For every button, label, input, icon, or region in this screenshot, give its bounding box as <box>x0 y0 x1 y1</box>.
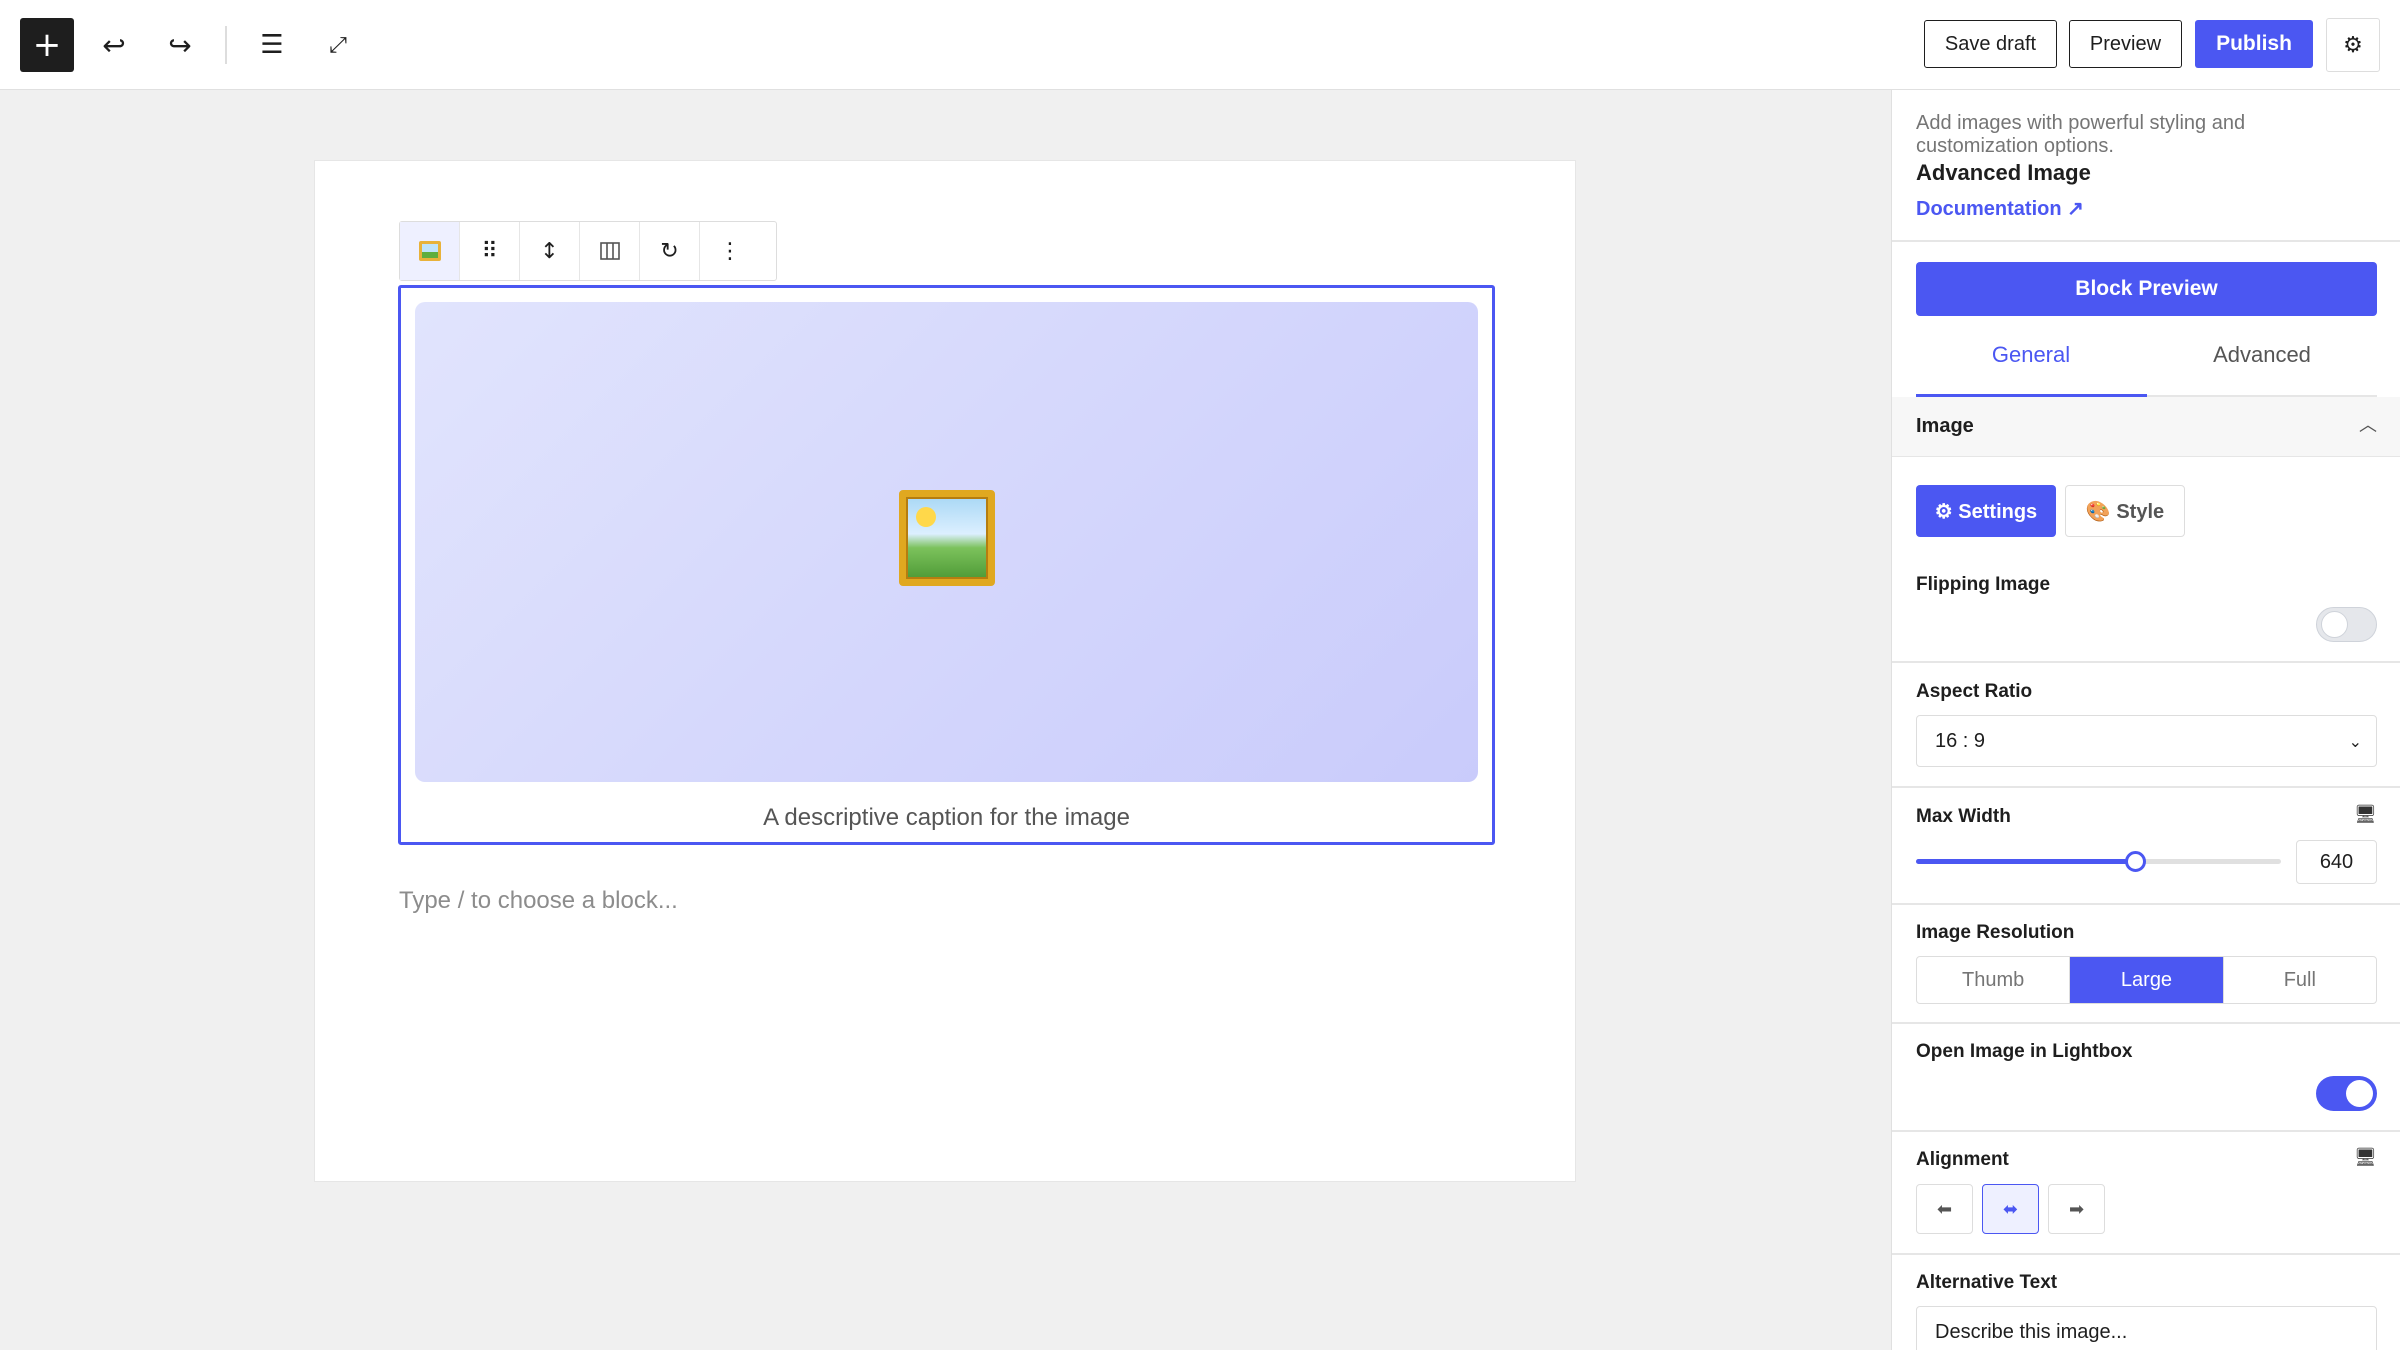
max-width-slider[interactable] <box>1916 851 2281 872</box>
editor-top-toolbar: + ↩ ↪ ☰ ⤢ Save draft Preview Publish ⚙ <box>0 0 2400 90</box>
image-resolution-label: Image Resolution <box>1916 922 2075 943</box>
panel-title: Image <box>1916 415 1974 437</box>
save-draft-button[interactable]: Save draft <box>1924 20 2057 68</box>
alt-text-value: Describe this image... <box>1935 1321 2128 1343</box>
resolution-full-button[interactable]: Full <box>2224 957 2376 1003</box>
toggle-knob <box>2321 611 2348 638</box>
image-placeholder[interactable] <box>415 302 1478 782</box>
publish-button[interactable]: Publish <box>2195 20 2313 68</box>
monitor-icon[interactable]: 🖥 <box>2354 1147 2377 1168</box>
chevron-down-icon: ⌄ <box>2348 732 2362 751</box>
documentation-link[interactable]: Documentation ↗ <box>1916 196 2084 221</box>
align-left-button[interactable]: ⬅ <box>1916 1184 1973 1234</box>
toolbar-divider <box>225 26 227 64</box>
divider <box>1892 1022 2400 1024</box>
style-tab-button[interactable]: 🎨 Style <box>2065 485 2185 537</box>
gear-icon[interactable]: ⚙ <box>2326 18 2380 72</box>
chevron-up-icon[interactable]: ︿ <box>2359 411 2377 437</box>
max-width-input[interactable]: 640 <box>2296 840 2377 884</box>
image-caption[interactable]: A descriptive caption for the image <box>401 804 1492 832</box>
drag-handle-icon[interactable]: ⠿ <box>460 222 520 280</box>
resolution-large-button[interactable]: Large <box>2070 957 2224 1003</box>
aspect-ratio-label: Aspect Ratio <box>1916 681 2033 702</box>
list-view-icon[interactable]: ☰ <box>250 18 294 72</box>
slider-thumb[interactable] <box>2125 851 2146 872</box>
divider <box>1892 786 2400 788</box>
lightbox-label: Open Image in Lightbox <box>1916 1041 2133 1062</box>
divider <box>1892 903 2400 905</box>
divider <box>1892 661 2400 663</box>
tab-general[interactable]: General <box>1916 342 2146 368</box>
divider <box>1892 240 2400 242</box>
more-options-icon[interactable]: ⋮ <box>700 222 760 280</box>
flipping-image-label: Flipping Image <box>1916 574 2051 595</box>
settings-tab-button[interactable]: ⚙ Settings <box>1916 485 2056 537</box>
lightbox-toggle[interactable] <box>2316 1076 2377 1111</box>
undo-icon[interactable]: ↩ <box>92 18 136 72</box>
image-block-icon[interactable] <box>400 222 460 280</box>
max-width-label: Max Width <box>1916 806 2011 827</box>
rotate-icon[interactable]: ↻ <box>640 222 700 280</box>
settings-sidebar: Add images with powerful styling and cus… <box>1891 90 2400 1350</box>
block-toolbar: ⠿ ↕ ↻ ⋮ <box>399 221 777 281</box>
block-preview-button[interactable]: Block Preview <box>1916 262 2377 316</box>
move-up-down-icon[interactable]: ↕ <box>520 222 580 280</box>
tab-advanced[interactable]: Advanced <box>2147 342 2377 368</box>
divider <box>1892 1130 2400 1132</box>
slider-fill <box>1916 859 2135 864</box>
align-right-button[interactable]: ➡ <box>2048 1184 2105 1234</box>
image-panel-header[interactable]: Image ︿ <box>1892 397 2400 457</box>
alt-text-label: Alternative Text <box>1916 1272 2058 1293</box>
expand-icon[interactable]: ⤢ <box>316 18 360 72</box>
sun-icon <box>916 507 936 527</box>
editor-page: ⠿ ↕ ↻ ⋮ A descriptive caption for the im… <box>314 160 1576 1182</box>
plus-icon[interactable]: + <box>20 18 74 72</box>
align-icon[interactable] <box>580 222 640 280</box>
block-title: Advanced Image <box>1916 160 2091 185</box>
editor-canvas: ⠿ ↕ ↻ ⋮ A descriptive caption for the im… <box>0 90 1891 1350</box>
framed-picture-icon <box>899 490 995 586</box>
resolution-segmented-control: Thumb Large Full <box>1916 956 2377 1004</box>
flipping-image-toggle[interactable] <box>2316 607 2377 642</box>
align-center-button[interactable]: ⬌ <box>1982 1184 2039 1234</box>
alt-text-input[interactable]: Describe this image... <box>1916 1306 2377 1350</box>
block-description: Add images with powerful styling and cus… <box>1916 112 2246 157</box>
resolution-thumb-button[interactable]: Thumb <box>1917 957 2071 1003</box>
aspect-ratio-value: 16 : 9 <box>1935 730 1986 752</box>
alignment-label: Alignment <box>1916 1149 2009 1170</box>
aspect-ratio-select[interactable]: 16 : 9 ⌄ <box>1916 715 2377 767</box>
block-placeholder[interactable]: Type / to choose a block... <box>399 887 678 915</box>
divider <box>1892 1253 2400 1255</box>
image-block[interactable]: A descriptive caption for the image <box>398 285 1495 845</box>
toggle-knob <box>2346 1080 2373 1107</box>
redo-icon[interactable]: ↪ <box>158 18 202 72</box>
preview-button[interactable]: Preview <box>2069 20 2182 68</box>
monitor-icon[interactable]: 🖥 <box>2354 804 2377 825</box>
